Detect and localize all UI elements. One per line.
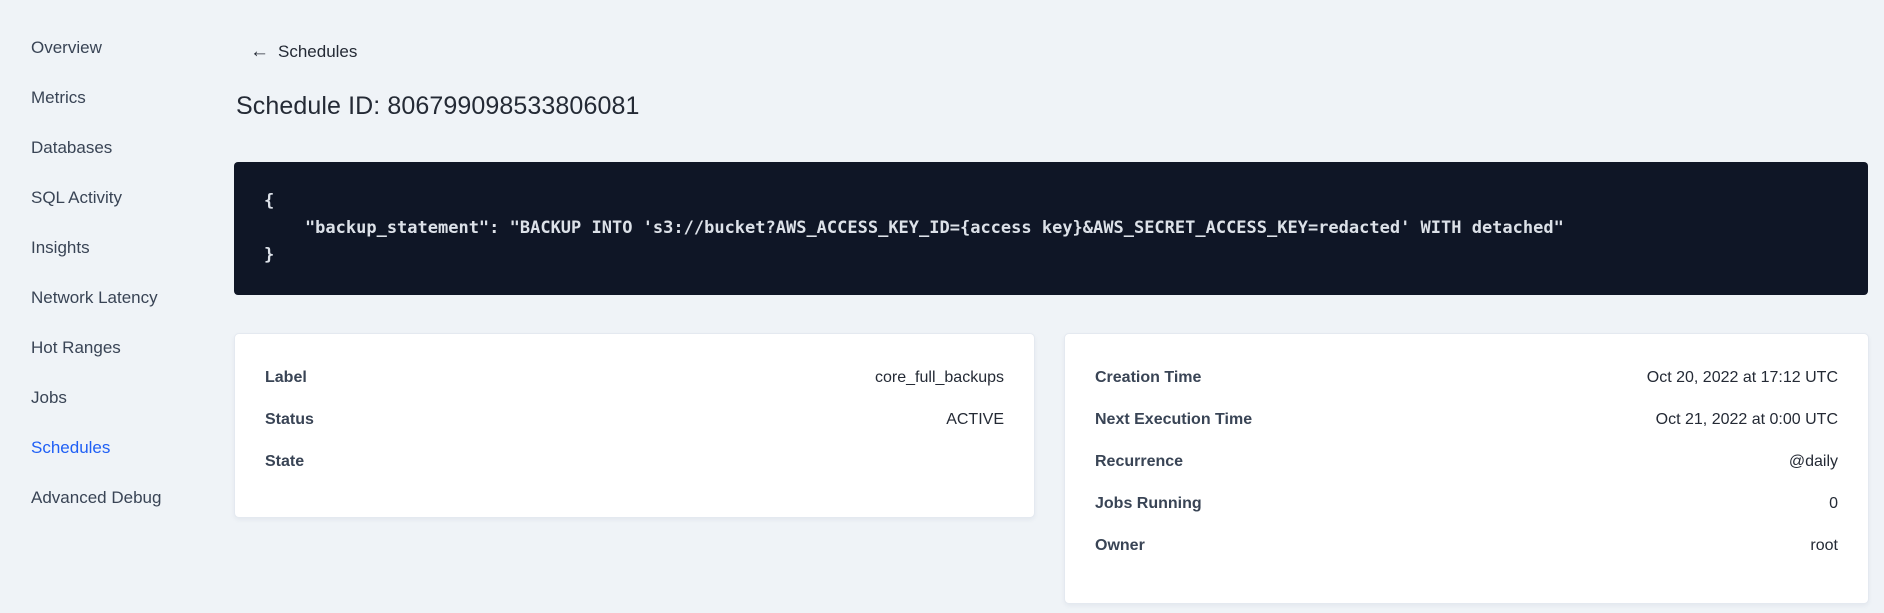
detail-value: 0: [1829, 495, 1838, 512]
back-link-label: Schedules: [278, 42, 358, 61]
detail-label: Creation Time: [1095, 369, 1202, 386]
sidebar-item-network-latency[interactable]: Network Latency: [0, 273, 236, 323]
detail-label: State: [265, 453, 305, 470]
back-link[interactable]: ← Schedules: [250, 41, 357, 63]
detail-label: Jobs Running: [1095, 495, 1202, 512]
detail-value: ACTIVE: [946, 411, 1004, 428]
detail-label: Owner: [1095, 537, 1145, 554]
detail-row-next-execution-time: Next Execution Time Oct 21, 2022 at 0:00…: [1095, 399, 1838, 441]
detail-row-owner: Owner root: [1095, 525, 1838, 567]
page-title: Schedule ID: 806799098533806081: [236, 92, 640, 120]
sidebar-item-jobs[interactable]: Jobs: [0, 373, 236, 423]
sidebar-item-advanced-debug[interactable]: Advanced Debug: [0, 473, 236, 523]
detail-label: Next Execution Time: [1095, 411, 1253, 428]
sidebar: Overview Metrics Databases SQL Activity …: [0, 0, 236, 613]
detail-value: @daily: [1788, 453, 1838, 470]
detail-row-jobs-running: Jobs Running 0: [1095, 483, 1838, 525]
detail-row-label: Label core_full_backups: [265, 357, 1004, 399]
detail-row-recurrence: Recurrence @daily: [1095, 441, 1838, 483]
detail-label: Recurrence: [1095, 453, 1184, 470]
detail-row-state: State: [265, 441, 1004, 483]
detail-label: Label: [265, 369, 307, 386]
schedule-meta-card: Creation Time Oct 20, 2022 at 17:12 UTC …: [1064, 333, 1869, 604]
detail-label: Status: [265, 411, 314, 428]
sidebar-item-insights[interactable]: Insights: [0, 223, 236, 273]
detail-row-status: Status ACTIVE: [265, 399, 1004, 441]
detail-value: Oct 20, 2022 at 17:12 UTC: [1646, 369, 1838, 386]
code-line: {: [264, 191, 275, 211]
sidebar-item-sql-activity[interactable]: SQL Activity: [0, 173, 236, 223]
detail-value: core_full_backups: [875, 369, 1004, 386]
sidebar-item-overview[interactable]: Overview: [0, 23, 236, 73]
sidebar-item-metrics[interactable]: Metrics: [0, 73, 236, 123]
detail-row-creation-time: Creation Time Oct 20, 2022 at 17:12 UTC: [1095, 357, 1838, 399]
code-line: "backup_statement": "BACKUP INTO 's3://b…: [264, 218, 1564, 238]
schedule-details-card: Label core_full_backups Status ACTIVE St…: [234, 333, 1035, 518]
detail-value: root: [1810, 537, 1838, 554]
sidebar-item-hot-ranges[interactable]: Hot Ranges: [0, 323, 236, 373]
code-line: }: [264, 245, 275, 265]
sidebar-item-databases[interactable]: Databases: [0, 123, 236, 173]
detail-value: Oct 21, 2022 at 0:00 UTC: [1655, 411, 1838, 428]
schedule-definition-code-block: { "backup_statement": "BACKUP INTO 's3:/…: [234, 162, 1868, 295]
back-arrow-icon: ←: [250, 41, 269, 62]
sidebar-item-schedules[interactable]: Schedules: [0, 423, 236, 473]
